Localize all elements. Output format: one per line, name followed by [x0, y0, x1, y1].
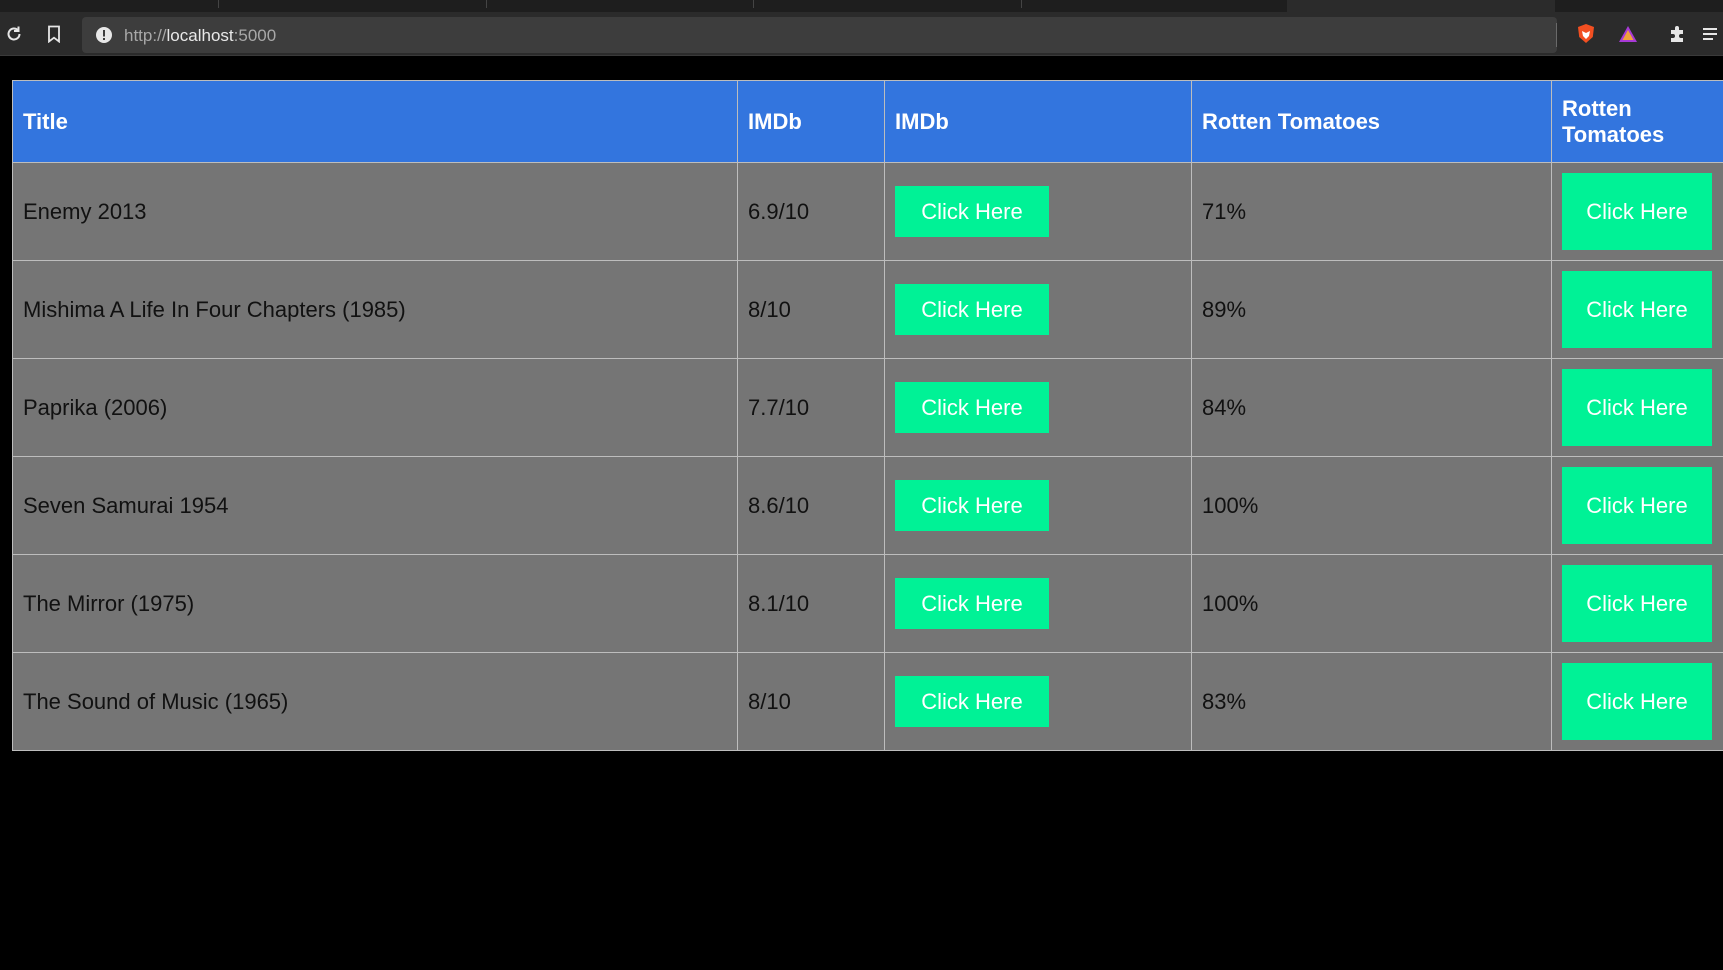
table-header-row: Title IMDb IMDb Rotten Tomatoes Rotten T… [12, 80, 1723, 163]
imdb-score: 7.7/10 [737, 358, 885, 457]
url-text[interactable]: http://localhost:5000 [124, 26, 276, 46]
table-row: The Mirror (1975) 8.1/10 Click Here 100%… [12, 554, 1723, 653]
rt-link-cell: Click Here [1551, 162, 1723, 261]
imdb-score: 8/10 [737, 260, 885, 359]
imdb-score: 8/10 [737, 652, 885, 751]
rt-link-button[interactable]: Click Here [1562, 173, 1712, 250]
imdb-link-cell: Click Here [884, 456, 1192, 555]
movie-title: The Sound of Music (1965) [12, 652, 738, 751]
rt-score: 71% [1191, 162, 1552, 261]
imdb-link-cell: Click Here [884, 358, 1192, 457]
column-header-imdb-score: IMDb [737, 80, 885, 163]
imdb-score: 8.1/10 [737, 554, 885, 653]
brave-shield-icon [1578, 24, 1594, 43]
rt-score: 83% [1191, 652, 1552, 751]
tab-strip [0, 0, 1723, 12]
table-row: Mishima A Life In Four Chapters (1985) 8… [12, 260, 1723, 359]
rt-link-cell: Click Here [1551, 554, 1723, 653]
imdb-link-button[interactable]: Click Here [895, 284, 1049, 335]
table-row: Seven Samurai 1954 8.6/10 Click Here 100… [12, 456, 1723, 555]
brave-shield-button[interactable] [1572, 20, 1600, 48]
rt-link-button[interactable]: Click Here [1562, 271, 1712, 348]
rt-link-cell: Click Here [1551, 260, 1723, 359]
brave-rewards-button[interactable] [1614, 20, 1642, 48]
imdb-score: 8.6/10 [737, 456, 885, 555]
table-row: The Sound of Music (1965) 8/10 Click Her… [12, 652, 1723, 751]
tab-separator [486, 0, 487, 8]
puzzle-icon [1671, 26, 1683, 42]
url-domain: localhost [166, 26, 234, 45]
active-tab[interactable] [1287, 0, 1555, 12]
reload-icon [7, 26, 21, 41]
imdb-link-button[interactable]: Click Here [895, 382, 1049, 433]
info-icon[interactable] [95, 26, 113, 44]
movie-title: The Mirror (1975) [12, 554, 738, 653]
tab-separator [1021, 0, 1022, 8]
rt-link-cell: Click Here [1551, 456, 1723, 555]
tab-separator [218, 0, 219, 8]
imdb-link-button[interactable]: Click Here [895, 186, 1049, 237]
rt-score: 100% [1191, 554, 1552, 653]
reload-button[interactable] [0, 20, 28, 48]
rt-score: 100% [1191, 456, 1552, 555]
imdb-link-button[interactable]: Click Here [895, 578, 1049, 629]
movie-title: Seven Samurai 1954 [12, 456, 738, 555]
menu-icon [1703, 28, 1717, 40]
rt-score: 84% [1191, 358, 1552, 457]
browser-toolbar: http://localhost:5000 [0, 12, 1723, 56]
column-header-rt-score: Rotten Tomatoes [1191, 80, 1552, 163]
brave-rewards-icon [1619, 26, 1637, 42]
rt-link-button[interactable]: Click Here [1562, 369, 1712, 446]
movie-title: Mishima A Life In Four Chapters (1985) [12, 260, 738, 359]
column-header-title: Title [12, 80, 738, 163]
omnibox-divider [1556, 23, 1557, 47]
imdb-link-button[interactable]: Click Here [895, 676, 1049, 727]
table-row: Paprika (2006) 7.7/10 Click Here 84% Cli… [12, 358, 1723, 457]
url-port: :5000 [233, 26, 277, 45]
column-header-rt-link: Rotten Tomatoes [1551, 80, 1723, 163]
movie-title: Enemy 2013 [12, 162, 738, 261]
rt-score: 89% [1191, 260, 1552, 359]
imdb-link-cell: Click Here [884, 652, 1192, 751]
rt-link-button[interactable]: Click Here [1562, 663, 1712, 740]
extensions-button[interactable] [1664, 20, 1692, 48]
movie-title: Paprika (2006) [12, 358, 738, 457]
bookmark-button[interactable] [40, 20, 68, 48]
rt-link-cell: Click Here [1551, 652, 1723, 751]
bookmark-icon [48, 25, 60, 43]
table-row: Enemy 2013 6.9/10 Click Here 71% Click H… [12, 162, 1723, 261]
tab-separator [753, 0, 754, 8]
rt-link-button[interactable]: Click Here [1562, 467, 1712, 544]
address-bar[interactable]: http://localhost:5000 [82, 17, 1557, 53]
imdb-score: 6.9/10 [737, 162, 885, 261]
rt-link-button[interactable]: Click Here [1562, 565, 1712, 642]
page-content: Title IMDb IMDb Rotten Tomatoes Rotten T… [12, 80, 1723, 751]
column-header-imdb-link: IMDb [884, 80, 1192, 163]
imdb-link-cell: Click Here [884, 260, 1192, 359]
imdb-link-cell: Click Here [884, 162, 1192, 261]
rt-link-cell: Click Here [1551, 358, 1723, 457]
movies-table: Title IMDb IMDb Rotten Tomatoes Rotten T… [12, 80, 1723, 751]
menu-button[interactable] [1696, 20, 1723, 48]
imdb-link-button[interactable]: Click Here [895, 480, 1049, 531]
imdb-link-cell: Click Here [884, 554, 1192, 653]
url-scheme: http:// [124, 26, 167, 45]
